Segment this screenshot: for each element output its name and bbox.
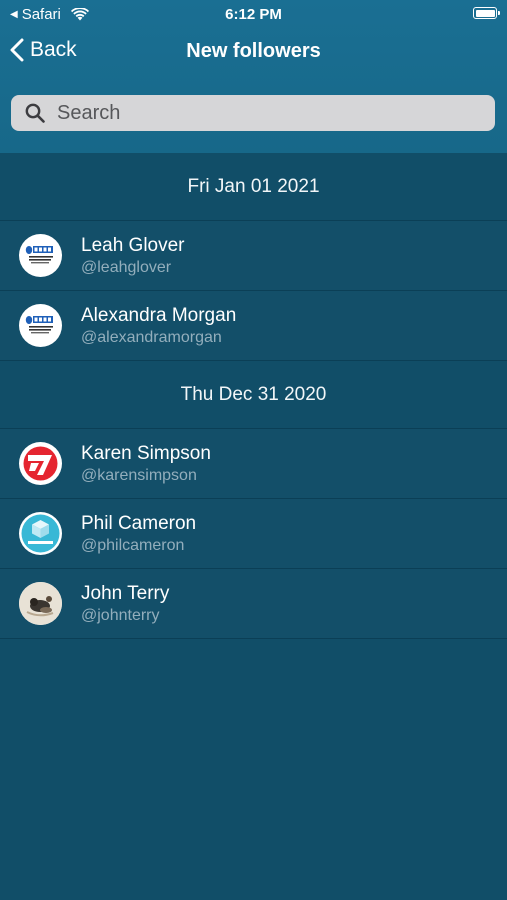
follower-handle: @philcameron <box>81 537 185 554</box>
follower-name: Leah Glover <box>81 235 185 256</box>
follower-row[interactable]: Leah Glover @leahglover <box>0 221 507 291</box>
followers-list: Fri Jan 01 2021 Leah Glover @leahglover <box>0 153 507 639</box>
follower-handle: @karensimpson <box>81 467 197 484</box>
cyan-box-avatar <box>19 512 62 555</box>
follower-row[interactable]: Alexandra Morgan @alexandramorgan <box>0 291 507 361</box>
photo-avatar <box>19 582 62 625</box>
follower-handle: @alexandramorgan <box>81 329 222 346</box>
logo-avatar <box>19 304 62 347</box>
red-seven-avatar <box>19 442 62 485</box>
logo-avatar <box>19 234 62 277</box>
status-bar: ◀ Safari 6:12 PM <box>0 0 507 28</box>
follower-row[interactable]: Phil Cameron @philcameron <box>0 499 507 569</box>
follower-handle: @johnterry <box>81 607 160 624</box>
section-date-header: Fri Jan 01 2021 <box>0 153 507 221</box>
follower-name: Karen Simpson <box>81 443 211 464</box>
follower-name: Phil Cameron <box>81 513 197 534</box>
nav-bar: Back New followers <box>0 30 507 76</box>
follower-name: Alexandra Morgan <box>81 305 237 326</box>
page-title: New followers <box>186 40 321 62</box>
follower-row[interactable]: John Terry @johnterry <box>0 569 507 639</box>
follower-name: John Terry <box>81 583 170 604</box>
follower-row[interactable]: Karen Simpson @karensimpson <box>0 429 507 499</box>
search-icon <box>25 103 45 123</box>
status-time: 6:12 PM <box>225 6 282 23</box>
battery-icon <box>473 7 500 19</box>
follower-handle: @leahglover <box>81 259 172 276</box>
search-bar[interactable] <box>11 95 495 131</box>
search-input[interactable] <box>57 101 457 125</box>
header: ◀ Safari 6:12 PM Back New followers <box>0 0 507 153</box>
section-date-header: Thu Dec 31 2020 <box>0 361 507 429</box>
